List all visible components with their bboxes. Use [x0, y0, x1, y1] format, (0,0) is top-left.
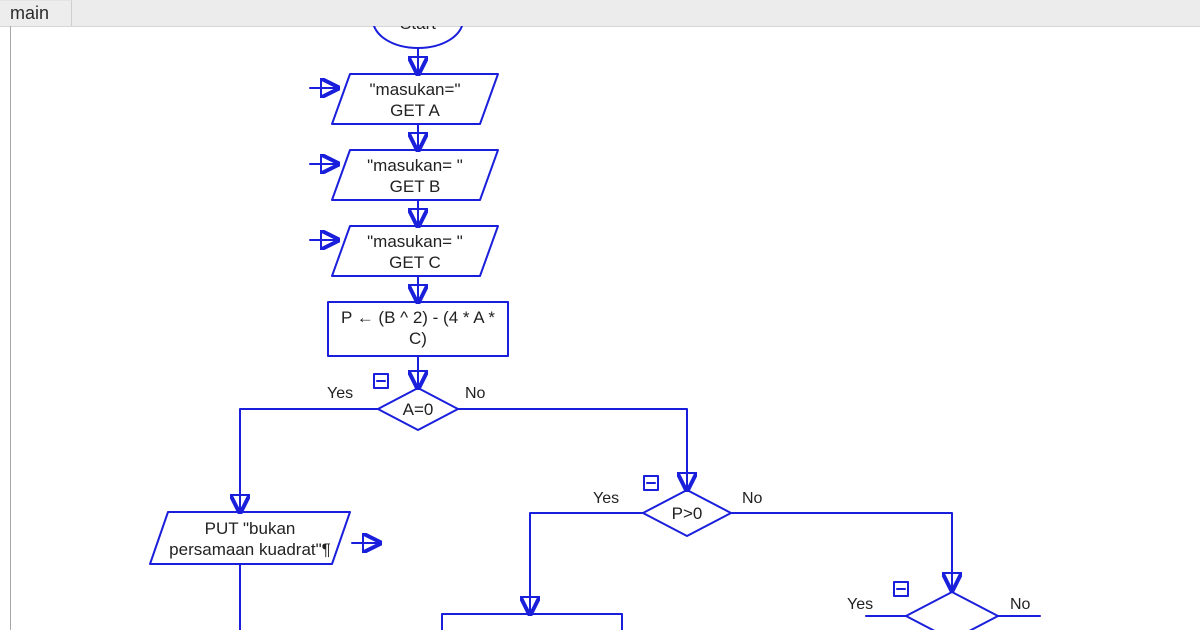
node-get-c-l2: GET C — [389, 253, 441, 272]
collapse-toggle-p[interactable] — [644, 476, 658, 490]
node-decision-p-cond: P>0 — [672, 504, 703, 523]
node-decision-p[interactable]: P>0 — [643, 490, 731, 536]
node-get-b[interactable]: "masukan= " GET B — [310, 150, 498, 200]
conn-deca-yes — [240, 409, 378, 510]
dec-a-yes-label: Yes — [327, 385, 353, 402]
node-under-yes-partial[interactable] — [442, 614, 622, 630]
dec-p-no-label: No — [742, 490, 763, 507]
node-get-b-l1: "masukan= " — [367, 156, 463, 175]
node-get-c-l1: "masukan= " — [367, 232, 463, 251]
node-get-b-l2: GET B — [390, 177, 441, 196]
node-put-not-quadratic[interactable]: PUT "bukan persamaan kuadrat"¶ — [150, 512, 378, 564]
node-start[interactable]: Start — [373, 26, 463, 48]
node-put-l1: PUT "bukan — [205, 519, 296, 538]
node-get-c[interactable]: "masukan= " GET C — [310, 226, 498, 276]
node-assign-p[interactable]: P ← (B ^ 2) - (4 * A * C) — [328, 302, 508, 356]
tab-main[interactable]: main — [0, 0, 72, 26]
node-assign-p-l1: P ← (B ^ 2) - (4 * A * — [341, 308, 495, 327]
node-start-text: Start — [400, 26, 436, 33]
tab-bar: main — [0, 0, 1200, 27]
conn-decp-no — [731, 513, 952, 588]
dec-p-yes-label: Yes — [593, 490, 619, 507]
conn-decp-yes — [530, 513, 643, 612]
node-get-a-l1: "masukan=" — [370, 80, 461, 99]
node-assign-p-l2: C) — [409, 329, 427, 348]
tab-main-label: main — [10, 3, 49, 23]
node-get-a-l2: GET A — [390, 101, 440, 120]
node-decision-a[interactable]: A=0 — [378, 388, 458, 430]
node-put-l2: persamaan kuadrat"¶ — [169, 540, 331, 559]
node-get-a[interactable]: "masukan=" GET A — [310, 74, 498, 124]
frag-no: No — [1010, 596, 1031, 613]
collapse-toggle-right[interactable] — [894, 582, 908, 596]
dec-a-no-label: No — [465, 385, 486, 402]
frag-yes: Yes — [847, 596, 873, 613]
flowchart-canvas: Start "masukan=" GET A "masukan= " GET B… — [0, 26, 1200, 630]
node-decision-bottom-partial[interactable] — [906, 592, 998, 630]
collapse-toggle-a[interactable] — [374, 374, 388, 388]
node-decision-a-cond: A=0 — [403, 400, 434, 419]
